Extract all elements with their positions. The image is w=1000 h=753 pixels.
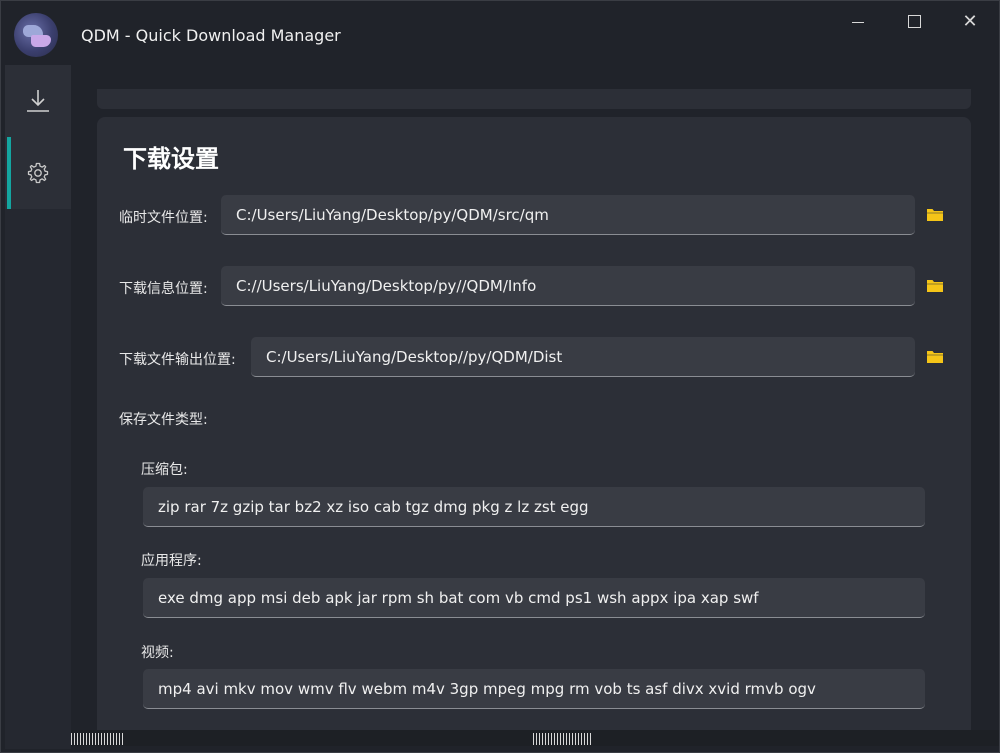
archive-types-label: 压缩包:	[141, 462, 188, 478]
sidebar	[5, 65, 71, 749]
close-icon: ✕	[962, 10, 978, 32]
download-icon	[27, 90, 49, 112]
settings-scroll-area[interactable]: 下载设置 临时文件位置: 下载信息位置: 下载文件输出位置:	[71, 65, 999, 730]
archive-types-input[interactable]	[143, 487, 925, 527]
folder-icon	[927, 351, 943, 363]
scroll-grip-center[interactable]	[533, 733, 593, 745]
page-title: 下载设置	[123, 145, 219, 173]
scroll-grip-left[interactable]	[71, 733, 123, 745]
file-types-label: 保存文件类型:	[119, 412, 208, 428]
folder-icon	[927, 280, 943, 292]
temp-location-input[interactable]	[221, 195, 915, 235]
active-indicator	[7, 137, 11, 209]
sidebar-item-settings[interactable]	[5, 137, 71, 209]
sidebar-item-download[interactable]	[5, 65, 71, 137]
previous-card-edge	[97, 89, 971, 109]
folder-icon	[927, 209, 943, 221]
app-window: QDM - Quick Download Manager ✕ 下载设置 临时文件…	[0, 0, 1000, 753]
minimize-icon	[852, 21, 864, 23]
minimize-button[interactable]	[835, 7, 881, 35]
maximize-button[interactable]	[891, 7, 937, 35]
window-title: QDM - Quick Download Manager	[81, 26, 341, 45]
video-types-input[interactable]	[143, 669, 925, 709]
close-button[interactable]: ✕	[947, 7, 993, 35]
maximize-icon	[907, 14, 921, 28]
application-types-label: 应用程序:	[141, 553, 202, 569]
video-types-label: 视频:	[141, 645, 174, 661]
info-location-browse-button[interactable]	[925, 276, 945, 296]
title-bar[interactable]: QDM - Quick Download Manager ✕	[1, 1, 999, 65]
horizontal-scrollbar[interactable]	[71, 730, 999, 746]
info-location-label: 下载信息位置:	[119, 281, 208, 297]
temp-location-label: 临时文件位置:	[119, 210, 208, 226]
info-location-input[interactable]	[221, 266, 915, 306]
output-location-input[interactable]	[251, 337, 915, 377]
application-types-input[interactable]	[143, 578, 925, 618]
temp-location-browse-button[interactable]	[925, 205, 945, 225]
download-settings-card: 下载设置 临时文件位置: 下载信息位置: 下载文件输出位置:	[97, 117, 971, 730]
output-location-browse-button[interactable]	[925, 347, 945, 367]
app-logo-icon	[14, 13, 58, 57]
gear-icon	[27, 162, 49, 184]
output-location-label: 下载文件输出位置:	[119, 352, 236, 368]
